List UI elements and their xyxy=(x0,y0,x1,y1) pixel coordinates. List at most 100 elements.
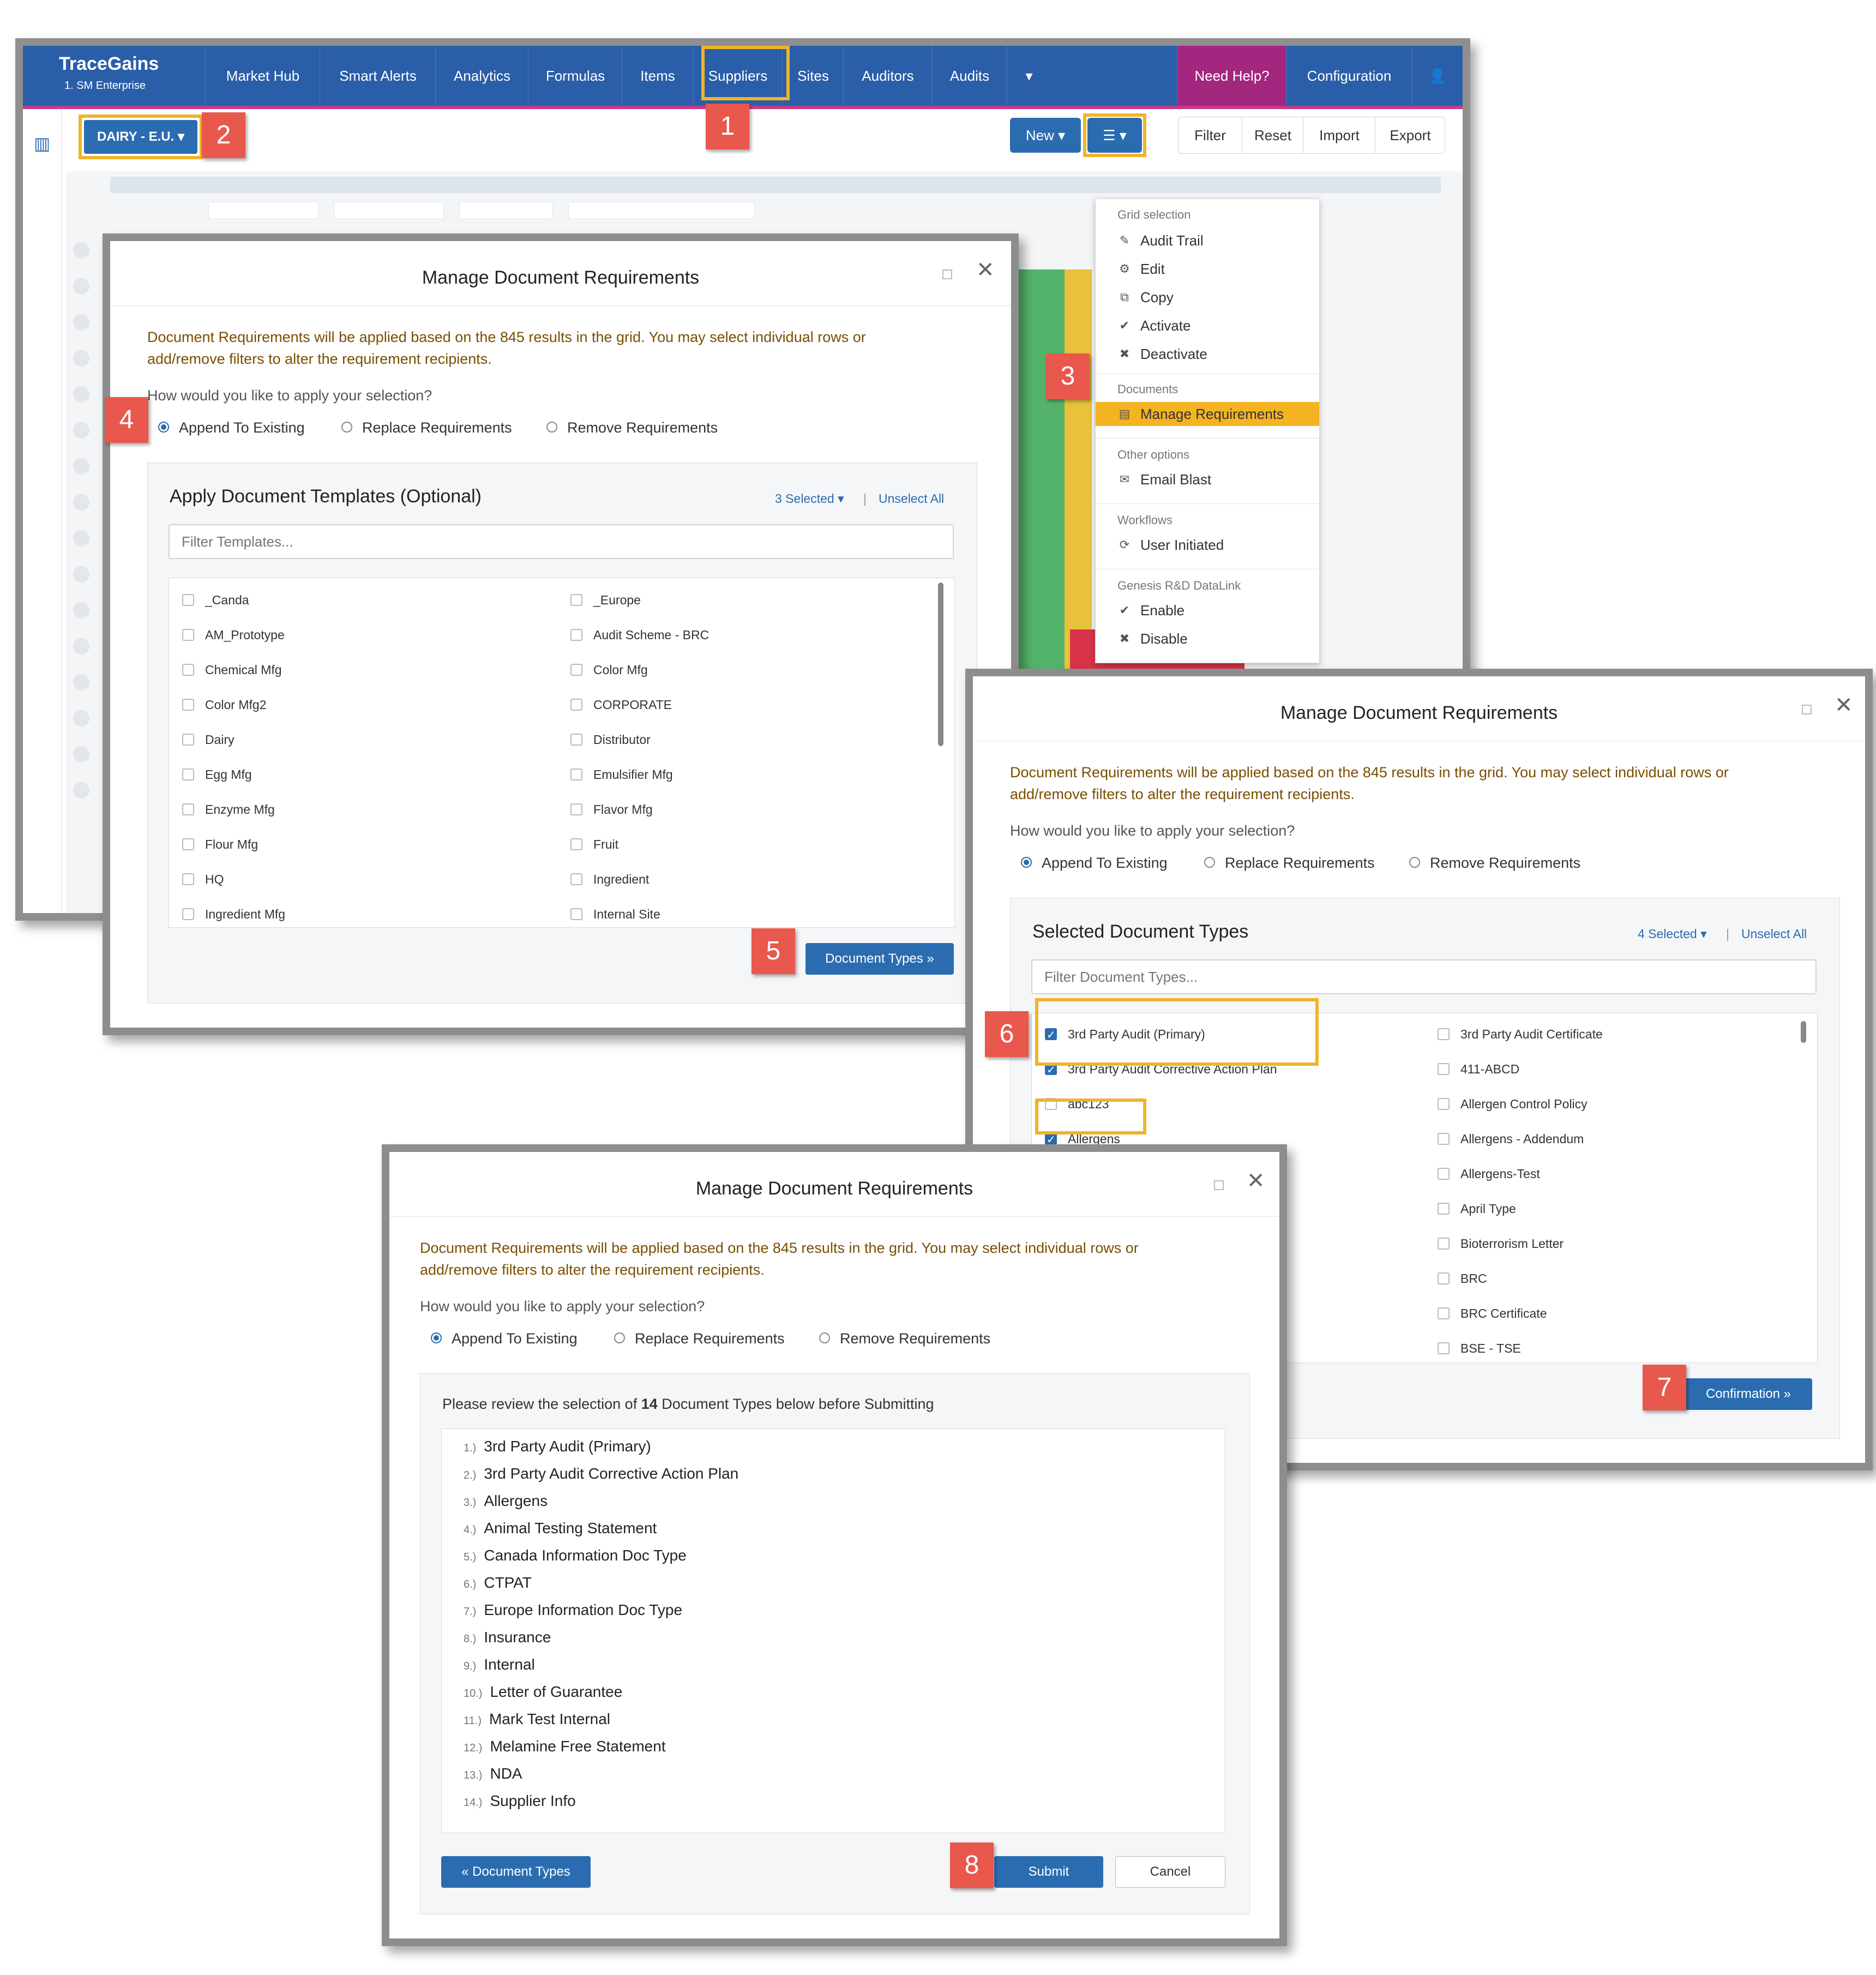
menu-item-email-blast[interactable]: ✉ Email Blast xyxy=(1096,467,1319,491)
list-item: 4.) Animal Testing Statement xyxy=(464,1520,657,1536)
document-types-next-button[interactable]: Document Types » xyxy=(805,943,954,975)
radio-circle xyxy=(1021,857,1032,868)
menu-item-label: Deactivate xyxy=(1140,346,1207,362)
review-prefix: Please review the selection of xyxy=(442,1396,641,1412)
row-selector[interactable] xyxy=(73,566,89,583)
cancel-button[interactable]: Cancel xyxy=(1115,1856,1225,1888)
reset-button[interactable]: Reset xyxy=(1242,117,1303,153)
row-selector[interactable] xyxy=(73,386,89,403)
nav-more-icon[interactable]: ▾ xyxy=(1007,46,1051,106)
filter-templates-input[interactable] xyxy=(169,524,954,559)
filter-doctypes-input[interactable] xyxy=(1031,959,1817,994)
nav-auditors[interactable]: Auditors xyxy=(843,46,932,106)
list-item: 13.) NDA xyxy=(464,1765,522,1782)
menu-item-copy[interactable]: ⧉ Copy xyxy=(1096,285,1319,309)
list-item-label: Allergens xyxy=(484,1492,548,1509)
doctypes-unselect-all[interactable]: Unselect All xyxy=(1741,927,1807,941)
checkbox xyxy=(182,803,194,815)
radio-label: Remove Requirements xyxy=(567,419,718,436)
grid-filter[interactable] xyxy=(334,202,444,219)
list-item-label: 3rd Party Audit (Primary) xyxy=(484,1438,651,1455)
checkbox-label: 411-ABCD xyxy=(1460,1062,1520,1076)
nav-items[interactable]: Items xyxy=(622,46,693,106)
templates-selected-count[interactable]: 3 Selected ▾ xyxy=(775,491,844,506)
checkbox-label: April Type xyxy=(1460,1202,1516,1216)
menu-item-audit-trail[interactable]: ✎ Audit Trail xyxy=(1096,229,1319,253)
maximize-icon[interactable] xyxy=(1802,705,1812,715)
maximize-icon[interactable] xyxy=(1214,1180,1224,1190)
step-badge-5: 5 xyxy=(751,928,795,974)
user-icon[interactable]: 👤 xyxy=(1411,46,1463,106)
checkbox xyxy=(570,664,582,676)
checkbox-label: Color Mfg xyxy=(593,663,648,677)
highlight-dairy xyxy=(79,115,203,159)
menu-item-label: Audit Trail xyxy=(1140,232,1204,249)
close-icon[interactable]: ✕ xyxy=(1247,1168,1265,1193)
checkbox xyxy=(182,769,194,781)
row-selector[interactable] xyxy=(73,314,89,331)
row-selector[interactable] xyxy=(73,278,89,295)
checkbox-label: Flavor Mfg xyxy=(593,802,653,817)
new-button[interactable]: New ▾ xyxy=(1010,118,1081,153)
checkbox-label: Chemical Mfg xyxy=(205,663,282,677)
menu-item-edit[interactable]: ⚙ Edit xyxy=(1096,257,1319,281)
separator: | xyxy=(863,491,867,506)
checkbox-label: CORPORATE xyxy=(593,698,672,712)
configuration-button[interactable]: Configuration xyxy=(1286,46,1412,106)
brand-logo[interactable]: TraceGains 1. SM Enterprise xyxy=(23,46,197,106)
radio-circle xyxy=(431,1332,442,1343)
bar-chart-icon[interactable]: ▥ xyxy=(34,133,50,154)
need-help-button[interactable]: Need Help? xyxy=(1177,46,1286,106)
row-selector[interactable] xyxy=(73,602,89,619)
close-icon[interactable]: ✕ xyxy=(976,257,995,283)
nav-market-hub[interactable]: Market Hub xyxy=(205,46,320,106)
doctypes-selected-count[interactable]: 4 Selected ▾ xyxy=(1638,927,1707,941)
doctypes-scrollbar[interactable] xyxy=(1801,1021,1806,1043)
menu-item-disable[interactable]: ✖ Disable xyxy=(1096,627,1319,651)
row-selector[interactable] xyxy=(73,746,89,763)
import-button[interactable]: Import xyxy=(1303,117,1375,153)
document-types-back-button[interactable]: « Document Types xyxy=(441,1856,591,1888)
row-selector[interactable] xyxy=(73,422,89,439)
export-button[interactable]: Export xyxy=(1375,117,1445,153)
notice-line-2: add/remove filters to alter the requirem… xyxy=(1010,786,1355,802)
menu-item-user-initiated[interactable]: ⟳ User Initiated xyxy=(1096,533,1319,557)
row-selector[interactable] xyxy=(73,242,89,259)
row-selector[interactable] xyxy=(73,782,89,799)
grid-filter[interactable] xyxy=(568,202,755,219)
row-selector[interactable] xyxy=(73,530,89,547)
menu-item-enable[interactable]: ✔ Enable xyxy=(1096,598,1319,622)
menu-item-label: Manage Requirements xyxy=(1140,406,1284,422)
grid-filter[interactable] xyxy=(208,202,318,219)
checkbox xyxy=(1438,1133,1450,1145)
nav-audits[interactable]: Audits xyxy=(931,46,1007,106)
checkbox xyxy=(182,664,194,676)
grid-filter[interactable] xyxy=(459,202,553,219)
nav-formulas[interactable]: Formulas xyxy=(528,46,622,106)
checkbox xyxy=(570,769,582,781)
dialog-divider xyxy=(389,1216,1279,1217)
nav-smart-alerts[interactable]: Smart Alerts xyxy=(320,46,436,106)
row-selector[interactable] xyxy=(73,710,89,727)
nav-analytics[interactable]: Analytics xyxy=(435,46,528,106)
radio-label: Replace Requirements xyxy=(635,1330,785,1347)
confirmation-next-button[interactable]: Confirmation » xyxy=(1685,1378,1812,1410)
row-selector[interactable] xyxy=(73,350,89,367)
checkbox xyxy=(182,629,194,641)
menu-item-activate[interactable]: ✔ Activate xyxy=(1096,314,1319,338)
templates-unselect-all[interactable]: Unselect All xyxy=(879,491,944,506)
maximize-icon[interactable] xyxy=(942,269,952,279)
doctypes-title: Selected Document Types xyxy=(1032,921,1249,942)
checkbox-label: Fruit xyxy=(593,837,618,851)
templates-scrollbar[interactable] xyxy=(938,583,943,746)
row-selector[interactable] xyxy=(73,494,89,511)
close-icon[interactable]: ✕ xyxy=(1835,693,1853,718)
row-selector[interactable] xyxy=(73,638,89,655)
row-selector[interactable] xyxy=(73,458,89,475)
submit-button[interactable]: Submit xyxy=(994,1856,1103,1888)
menu-item-deactivate[interactable]: ✖ Deactivate xyxy=(1096,342,1319,366)
menu-item-manage-requirements[interactable]: ▤ Manage Requirements xyxy=(1096,402,1319,426)
filter-button[interactable]: Filter xyxy=(1178,117,1242,153)
nav-sites[interactable]: Sites xyxy=(782,46,844,106)
row-selector[interactable] xyxy=(73,674,89,691)
